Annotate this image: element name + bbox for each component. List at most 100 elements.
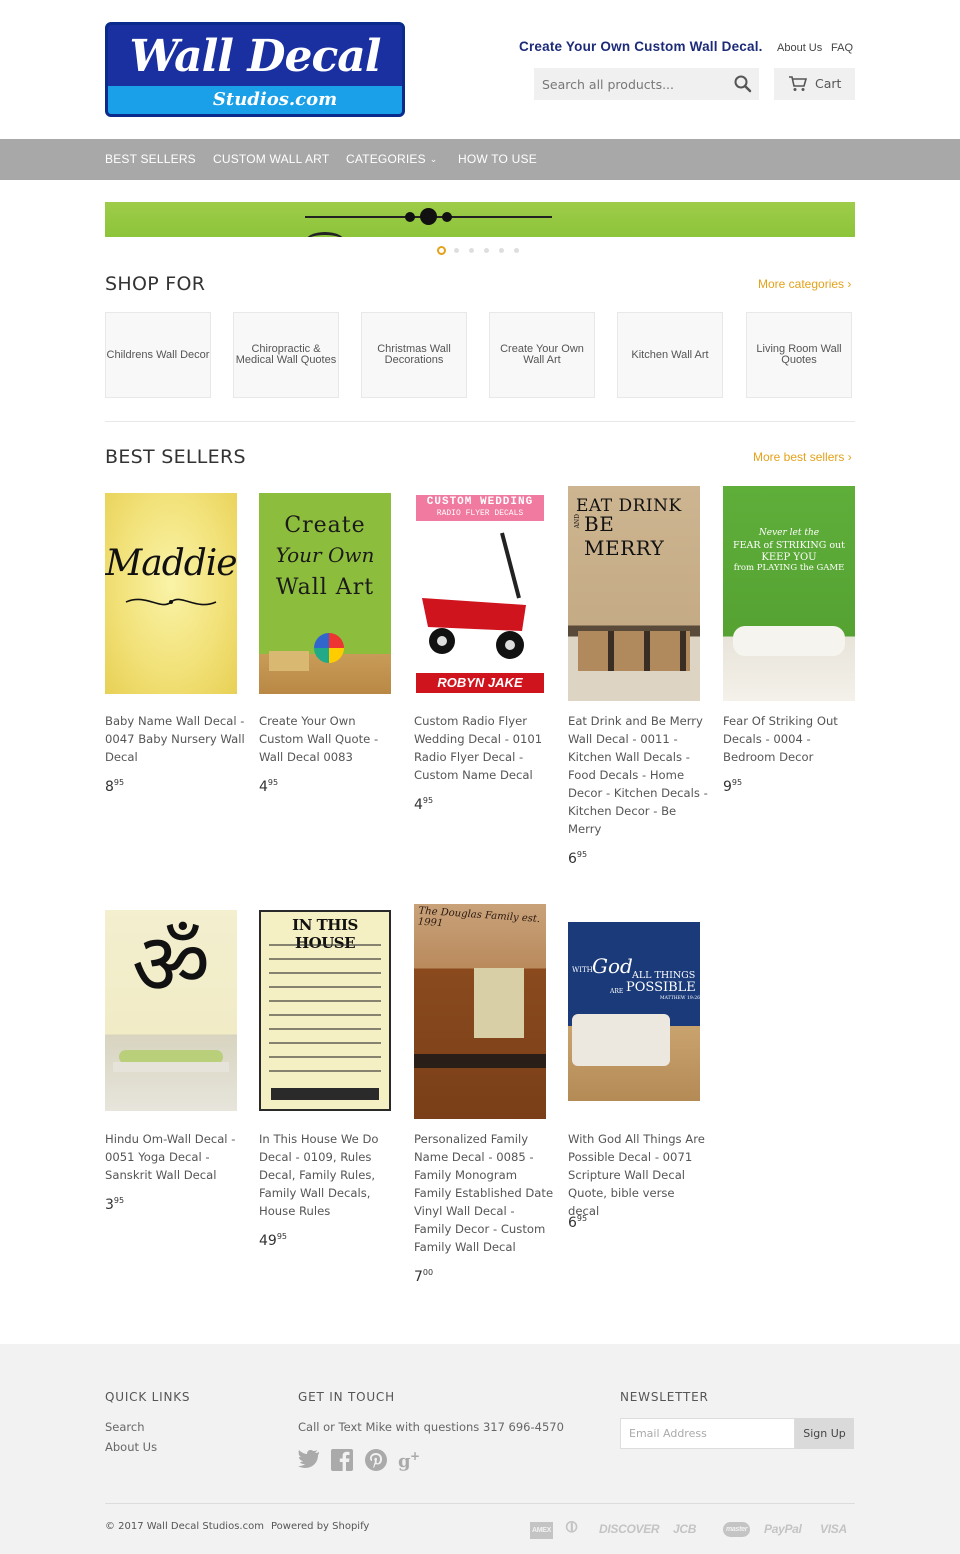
price-dollars: 49	[259, 1233, 277, 1249]
product-image: EAT DRINK AND BE MERRY	[568, 486, 700, 701]
slide-dot[interactable]	[514, 248, 519, 253]
contact-text: Call or Text Mike with questions 317 696…	[298, 1420, 564, 1434]
slide-dot[interactable]	[454, 248, 459, 253]
category-card[interactable]: Living Room Wall Quotes	[746, 312, 852, 398]
site-logo[interactable]: Wall Decal Studios.com	[105, 22, 405, 117]
slideshow-pagination	[437, 246, 527, 256]
product-image-text: CUSTOM WEDDING	[426, 496, 534, 508]
facebook-icon[interactable]	[331, 1449, 353, 1471]
category-card[interactable]: Christmas Wall Decorations	[361, 312, 467, 398]
om-symbol-icon: ॐ	[131, 915, 211, 1015]
product-card[interactable]: Create Your Own Wall Art Create Your Own…	[259, 486, 391, 806]
search-icon[interactable]	[733, 74, 753, 94]
slide-dot[interactable]	[484, 248, 489, 253]
search-input[interactable]	[534, 68, 724, 100]
product-price: 495	[259, 778, 278, 795]
product-title[interactable]: Hindu Om-Wall Decal - 0051 Yoga Decal - …	[105, 1130, 245, 1184]
product-image-text: WITH	[572, 966, 593, 974]
newsletter-email-input[interactable]	[620, 1418, 795, 1449]
product-image-text: from PLAYING the GAME	[733, 563, 845, 573]
nav-best-sellers[interactable]: BEST SELLERS	[105, 152, 196, 166]
product-price: 495	[414, 796, 433, 813]
more-best-sellers-link[interactable]: More best sellers ›	[753, 450, 852, 464]
copyright-text: © 2017 Wall Decal Studios.com	[105, 1521, 264, 1532]
product-title[interactable]: In This House We Do Decal - 0109, Rules …	[259, 1130, 399, 1220]
window-image	[474, 968, 524, 1038]
mastercard-icon: master	[723, 1522, 751, 1537]
counter-image	[414, 1054, 546, 1068]
product-card[interactable]: ॐ Hindu Om-Wall Decal - 0051 Yoga Decal …	[105, 904, 237, 1224]
price-dollars: 7	[414, 1269, 423, 1285]
product-image-text: RADIO FLYER DECALS	[436, 509, 524, 518]
product-price: 700	[414, 1268, 433, 1285]
google-plus-icon[interactable]: g +	[398, 1449, 420, 1472]
product-price: 695	[568, 1214, 587, 1231]
product-title[interactable]: With God All Things Are Possible Decal -…	[568, 1130, 708, 1220]
about-us-link[interactable]: About Us	[777, 42, 822, 54]
slide-dot[interactable]	[437, 246, 446, 255]
category-label: Christmas Wall Decorations	[377, 343, 451, 366]
nav-categories[interactable]: CATEGORIES ⌄	[346, 152, 438, 166]
product-card[interactable]: IN THIS HOUSE In This House We Do Decal …	[259, 904, 391, 1254]
price-dollars: 6	[568, 1215, 577, 1231]
more-categories-link[interactable]: More categories ›	[758, 277, 851, 291]
product-image-text: FEAR of STRIKING out	[733, 540, 845, 551]
price-cents: 00	[422, 1268, 434, 1277]
product-title[interactable]: Eat Drink and Be Merry Wall Decal - 0011…	[568, 712, 708, 838]
product-price: 895	[105, 778, 124, 795]
banner-ornament-dot	[420, 208, 437, 225]
pinterest-icon[interactable]	[365, 1449, 387, 1471]
basket-shelf-image	[578, 631, 690, 671]
slideshow-banner[interactable]	[105, 202, 855, 237]
banner-ornament-arc	[305, 232, 345, 237]
jcb-icon: JCB	[673, 1522, 697, 1536]
newsletter-title: NEWSLETTER	[620, 1390, 709, 1404]
footer-about-link[interactable]: About Us	[105, 1440, 157, 1454]
product-card[interactable]: EAT DRINK AND BE MERRY Eat Drink and Be …	[568, 486, 708, 867]
price-cents: 95	[113, 1196, 125, 1205]
powered-by-link[interactable]: Powered by Shopify	[271, 1521, 369, 1532]
product-image: WITH God ALL THINGS ARE POSSIBLE MATTHEW…	[568, 922, 700, 1101]
amex-icon: AMEX	[530, 1522, 554, 1539]
category-card[interactable]: Kitchen Wall Art	[617, 312, 723, 398]
twitter-icon[interactable]	[298, 1449, 320, 1471]
section-divider	[105, 421, 855, 422]
diners-club-icon: ⦶	[566, 1519, 578, 1536]
nav-how-to-use[interactable]: HOW TO USE	[458, 152, 537, 166]
slide-dot[interactable]	[469, 248, 474, 253]
price-cents: 95	[113, 778, 125, 787]
product-title[interactable]: Personalized Family Name Decal - 0085 - …	[414, 1130, 554, 1256]
search-form	[534, 68, 759, 100]
category-label: Chiropractic & Medical Wall Quotes	[235, 343, 337, 366]
product-title[interactable]: Create Your Own Custom Wall Quote - Wall…	[259, 712, 399, 766]
slide-dot[interactable]	[499, 248, 504, 253]
nav-custom-wall-art[interactable]: CUSTOM WALL ART	[213, 152, 329, 166]
product-card[interactable]: WITH God ALL THINGS ARE POSSIBLE MATTHEW…	[568, 904, 705, 1234]
product-title[interactable]: Fear Of Striking Out Decals - 0004 - Bed…	[723, 712, 863, 766]
wagon-icon	[422, 532, 526, 659]
cart-label: Cart	[815, 76, 842, 91]
cart-icon	[789, 76, 808, 92]
product-title[interactable]: Baby Name Wall Decal - 0047 Baby Nursery…	[105, 712, 245, 766]
price-cents: 95	[576, 1214, 588, 1223]
product-image-text: AND	[574, 514, 581, 529]
category-card[interactable]: Childrens Wall Decor	[105, 312, 211, 398]
product-card[interactable]: Never let the FEAR of STRIKING out KEEP …	[723, 486, 855, 806]
product-image-text: Never let the	[758, 528, 820, 538]
quick-links-title: QUICK LINKS	[105, 1390, 191, 1404]
footer-search-link[interactable]: Search	[105, 1420, 145, 1434]
product-image: Maddie	[105, 493, 237, 694]
newsletter-signup-button[interactable]: Sign Up	[795, 1418, 854, 1449]
product-title[interactable]: Custom Radio Flyer Wedding Decal - 0101 …	[414, 712, 554, 784]
category-card[interactable]: Create Your Own Wall Art	[489, 312, 595, 398]
site-header: Wall Decal Studios.com Create Your Own C…	[0, 0, 960, 139]
category-label: Create Your Own Wall Art	[500, 343, 584, 366]
category-card[interactable]: Chiropractic & Medical Wall Quotes	[233, 312, 339, 398]
product-card[interactable]: The Douglas Family est. 1991 Personalize…	[414, 904, 553, 1285]
faq-link[interactable]: FAQ	[831, 42, 853, 54]
cart-button[interactable]: Cart	[774, 68, 855, 100]
product-image-text: Wall Art	[275, 575, 375, 600]
product-card[interactable]: Maddie Baby Name Wall Decal - 0047 Baby …	[105, 486, 245, 806]
product-card[interactable]: CUSTOM WEDDING RADIO FLYER DECALS ROBYN …	[414, 486, 546, 816]
site-footer: QUICK LINKS Search About Us GET IN TOUCH…	[0, 1344, 960, 1554]
